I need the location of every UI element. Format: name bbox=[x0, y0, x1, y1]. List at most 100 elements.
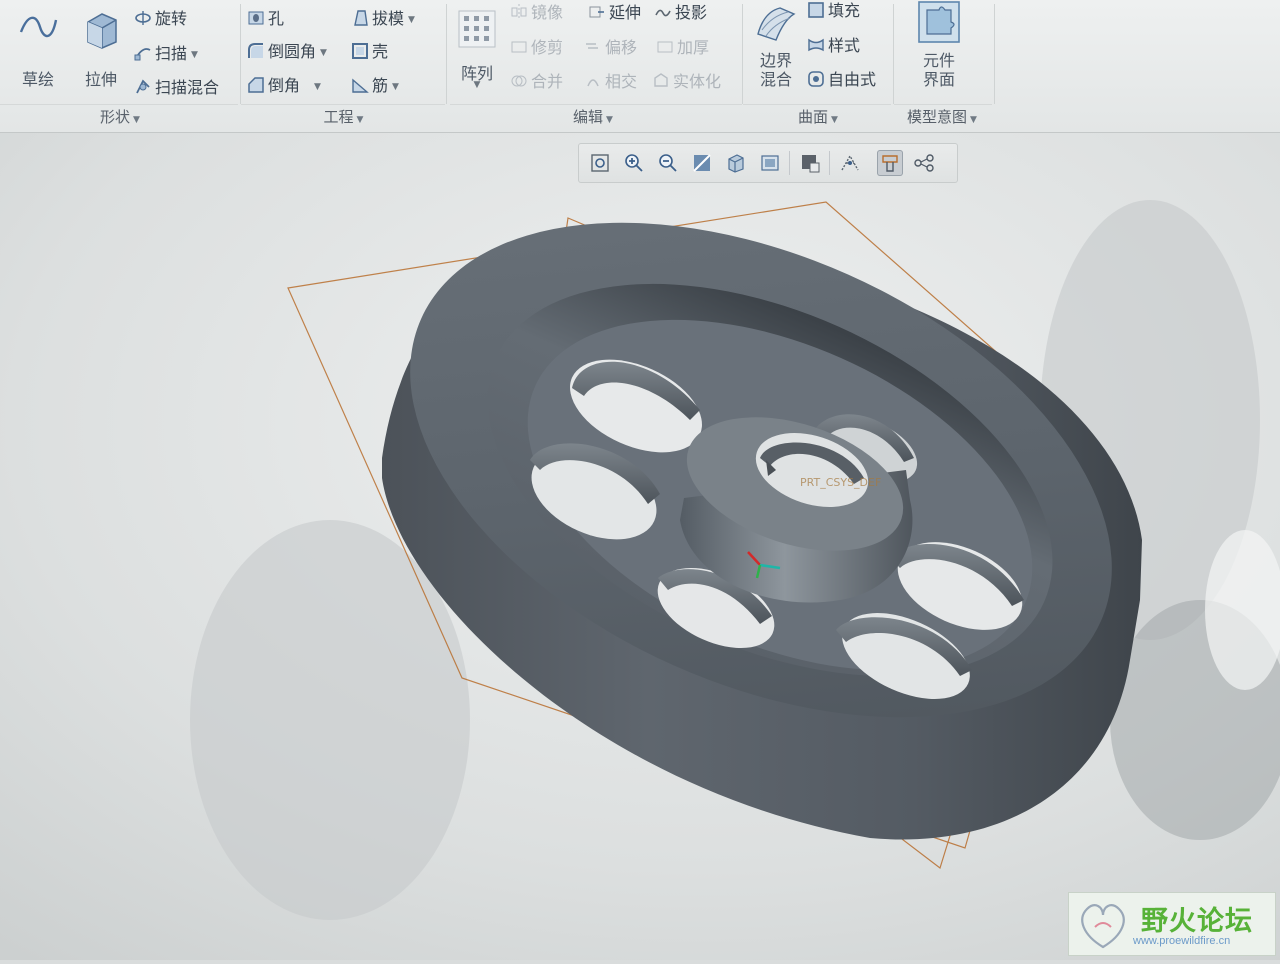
round-dropdown-icon[interactable]: ▼ bbox=[320, 48, 327, 58]
display-style-button[interactable] bbox=[797, 150, 823, 176]
revolve-button[interactable]: 旋转 bbox=[134, 7, 187, 31]
offset-icon bbox=[586, 43, 598, 49]
plane-display-icon bbox=[882, 155, 898, 172]
thicken-icon bbox=[657, 41, 673, 53]
sketch-button[interactable]: 草绘 bbox=[10, 0, 66, 100]
freestyle-label: 自由式 bbox=[828, 70, 877, 89]
shape-group-label[interactable]: 形状 ▼ bbox=[0, 106, 240, 128]
surfaces-group: 边界 混合 填充 样式 自由式 曲面 ▼ bbox=[743, 0, 893, 132]
engineering-group-label-text: 工程 bbox=[323, 108, 354, 126]
extrude-icon bbox=[87, 13, 117, 49]
rib-dropdown-icon[interactable]: ▼ bbox=[392, 82, 399, 92]
model-canvas[interactable]: PRT_CSYS_DEF bbox=[0, 133, 1280, 960]
chevron-down-icon: ▼ bbox=[970, 115, 977, 125]
orientation-button[interactable] bbox=[723, 150, 749, 176]
draft-button[interactable]: 拔模 ▼ bbox=[351, 7, 415, 31]
rib-icon bbox=[352, 78, 369, 93]
chamfer-label: 倒角 bbox=[268, 76, 301, 95]
csys-label: PRT_CSYS_DEF bbox=[800, 476, 881, 489]
freestyle-icon bbox=[808, 71, 824, 87]
extrude-button[interactable]: 拉伸 bbox=[72, 0, 130, 100]
boundary-blend-label-line1: 边界 bbox=[759, 51, 792, 70]
swept-blend-icon bbox=[136, 79, 150, 94]
draft-dropdown-icon[interactable]: ▼ bbox=[408, 15, 415, 25]
merge-button[interactable]: 合并 bbox=[510, 70, 563, 94]
zoom-out-button[interactable] bbox=[655, 150, 681, 176]
forum-title: 野火论坛 bbox=[1141, 906, 1253, 937]
axis-display-button[interactable] bbox=[911, 150, 937, 176]
style-icon bbox=[808, 38, 824, 52]
boundary-blend-button[interactable]: 边界 混合 bbox=[747, 0, 805, 100]
rib-button[interactable]: 筋 ▼ bbox=[351, 74, 399, 98]
project-button[interactable]: 投影 bbox=[654, 1, 707, 25]
thicken-button[interactable]: 加厚 bbox=[656, 36, 709, 60]
swept-blend-label: 扫描混合 bbox=[155, 78, 220, 97]
swept-blend-button[interactable]: 扫描混合 bbox=[134, 76, 219, 100]
group-divider bbox=[743, 104, 891, 105]
saved-views-button[interactable] bbox=[757, 150, 783, 176]
merge-icon bbox=[511, 75, 527, 87]
repaint-icon bbox=[693, 154, 711, 172]
offset-button[interactable]: 偏移 bbox=[584, 36, 637, 60]
draft-icon bbox=[354, 10, 368, 26]
hole-button[interactable]: 孔 bbox=[247, 7, 284, 31]
separator bbox=[789, 151, 790, 175]
forum-watermark: 野火论坛 www.proewildfire.cn bbox=[1068, 892, 1276, 956]
component-interface-button[interactable]: 元件 界面 bbox=[908, 0, 970, 100]
freestyle-button[interactable]: 自由式 bbox=[807, 68, 876, 92]
editing-group-label-text: 编辑 bbox=[573, 108, 604, 126]
extend-button[interactable]: 延伸 bbox=[588, 1, 641, 25]
graphics-window[interactable]: PRT_CSYS_DEF bbox=[0, 133, 1280, 960]
trim-label: 修剪 bbox=[531, 38, 564, 57]
sweep-button[interactable]: 扫描 ▼ bbox=[134, 42, 198, 66]
solidify-icon bbox=[654, 73, 668, 87]
extend-label: 延伸 bbox=[609, 3, 642, 22]
view-manager-button[interactable] bbox=[837, 150, 863, 176]
sketch-label: 草绘 bbox=[21, 70, 54, 89]
revolve-icon bbox=[135, 11, 151, 25]
chevron-down-icon: ▼ bbox=[831, 115, 838, 125]
intersect-label: 相交 bbox=[605, 72, 638, 91]
hole-label: 孔 bbox=[268, 9, 285, 28]
intersect-button[interactable]: 相交 bbox=[584, 70, 637, 94]
orientation-icon bbox=[728, 154, 744, 173]
solidify-button[interactable]: 实体化 bbox=[652, 70, 721, 94]
saved-views-icon bbox=[761, 155, 779, 171]
repaint-button[interactable] bbox=[689, 150, 715, 176]
shell-icon bbox=[352, 43, 368, 59]
chamfer-dropdown-icon[interactable]: ▼ bbox=[314, 82, 321, 92]
sweep-dropdown-icon[interactable]: ▼ bbox=[191, 50, 198, 60]
plane-display-button[interactable] bbox=[877, 150, 903, 176]
group-divider bbox=[241, 104, 445, 105]
editing-group-label[interactable]: 编辑 ▼ bbox=[506, 106, 680, 128]
refit-button[interactable] bbox=[587, 150, 613, 176]
extrude-label: 拉伸 bbox=[84, 70, 117, 89]
pattern-dropdown-icon[interactable]: ▼ bbox=[450, 80, 504, 90]
surfaces-group-label[interactable]: 曲面 ▼ bbox=[743, 106, 893, 128]
shape-group-label-text: 形状 bbox=[100, 108, 131, 126]
model-intent-group-label[interactable]: 模型意图 ▼ bbox=[894, 106, 990, 128]
zoom-out-icon bbox=[659, 154, 677, 172]
mirror-button[interactable]: 镜像 bbox=[510, 1, 563, 25]
view-manager-icon bbox=[841, 154, 859, 171]
pattern-button[interactable]: 阵列 ▼ bbox=[450, 0, 504, 100]
engineering-group-label[interactable]: 工程 ▼ bbox=[241, 106, 446, 128]
zoom-in-button[interactable] bbox=[621, 150, 647, 176]
model-intent-group: 元件 界面 模型意图 ▼ bbox=[894, 0, 994, 132]
model-intent-group-label-text: 模型意图 bbox=[907, 108, 968, 126]
chevron-down-icon: ▼ bbox=[133, 115, 140, 125]
forum-url: www.proewildfire.cn bbox=[1133, 935, 1231, 947]
shell-button[interactable]: 壳 bbox=[351, 40, 388, 64]
thicken-label: 加厚 bbox=[677, 38, 710, 57]
reflection-shadow bbox=[190, 520, 470, 920]
round-button[interactable]: 倒圆角 ▼ bbox=[247, 40, 327, 64]
style-button[interactable]: 样式 bbox=[807, 34, 860, 58]
fill-button[interactable]: 填充 bbox=[807, 0, 860, 23]
shape-group: 草绘 拉伸 旋转 扫描 ▼ 扫描混合 形状 ▼ bbox=[0, 0, 240, 132]
chevron-down-icon: ▼ bbox=[356, 115, 364, 125]
separator bbox=[994, 4, 995, 104]
forum-logo-icon bbox=[1081, 904, 1125, 949]
chamfer-button[interactable]: 倒角 ▼ bbox=[247, 74, 321, 98]
shell-label: 壳 bbox=[372, 42, 389, 61]
trim-button[interactable]: 修剪 bbox=[510, 36, 563, 60]
